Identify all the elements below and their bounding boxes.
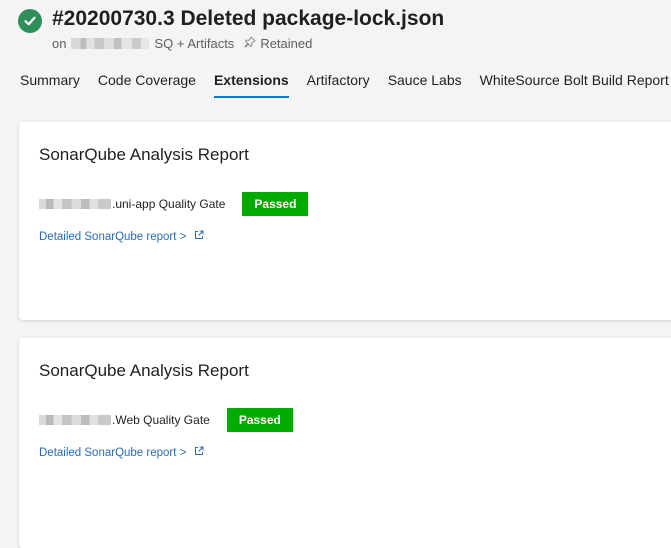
external-link-icon[interactable] (194, 230, 204, 243)
tab-whitesource-bolt[interactable]: WhiteSource Bolt Build Report (480, 72, 669, 96)
report-title: SonarQube Analysis Report (39, 361, 249, 380)
detailed-report-link-label[interactable]: Detailed SonarQube report > (39, 231, 186, 243)
subtitle-pipeline: SQ + Artifacts (154, 36, 235, 51)
detailed-report-link[interactable]: Detailed SonarQube report > (39, 230, 204, 243)
quality-gate-label: .uni-app Quality Gate (112, 197, 226, 211)
tab-extensions[interactable]: Extensions (213, 72, 289, 98)
status-badge: Passed (226, 408, 293, 432)
quality-gate-row: .uni-app Quality Gate Passed (39, 192, 309, 216)
report-title: SonarQube Analysis Report (39, 145, 249, 164)
check-icon (18, 9, 42, 33)
status-badge: Passed (242, 192, 309, 216)
quality-gate-row: .Web Quality Gate Passed (39, 408, 293, 432)
redacted-project-name (39, 415, 111, 425)
subtitle-prefix: on (52, 36, 67, 51)
external-link-icon[interactable] (194, 446, 204, 459)
build-header: #20200730.3 Deleted package-lock.json on… (0, 0, 671, 110)
tab-sauce-labs[interactable]: Sauce Labs (388, 72, 462, 96)
build-title: #20200730.3 Deleted package-lock.json (52, 7, 445, 30)
build-subtitle: on SQ + Artifacts Retained (52, 36, 312, 51)
tab-summary[interactable]: Summary (20, 72, 80, 96)
retained-label: Retained (260, 36, 313, 51)
sonarqube-report-card: SonarQube Analysis Report .uni-app Quali… (19, 122, 671, 320)
redacted-repo-name (71, 38, 150, 49)
redacted-project-name (39, 199, 111, 209)
pin-icon (244, 36, 256, 51)
detailed-report-link[interactable]: Detailed SonarQube report > (39, 446, 204, 459)
sonarqube-report-card: SonarQube Analysis Report .Web Quality G… (19, 338, 671, 548)
tab-bar: Summary Code Coverage Extensions Artifac… (20, 72, 671, 98)
tab-artifactory[interactable]: Artifactory (307, 72, 370, 96)
tab-code-coverage[interactable]: Code Coverage (98, 72, 196, 96)
quality-gate-label: .Web Quality Gate (112, 413, 210, 427)
detailed-report-link-label[interactable]: Detailed SonarQube report > (39, 447, 186, 459)
